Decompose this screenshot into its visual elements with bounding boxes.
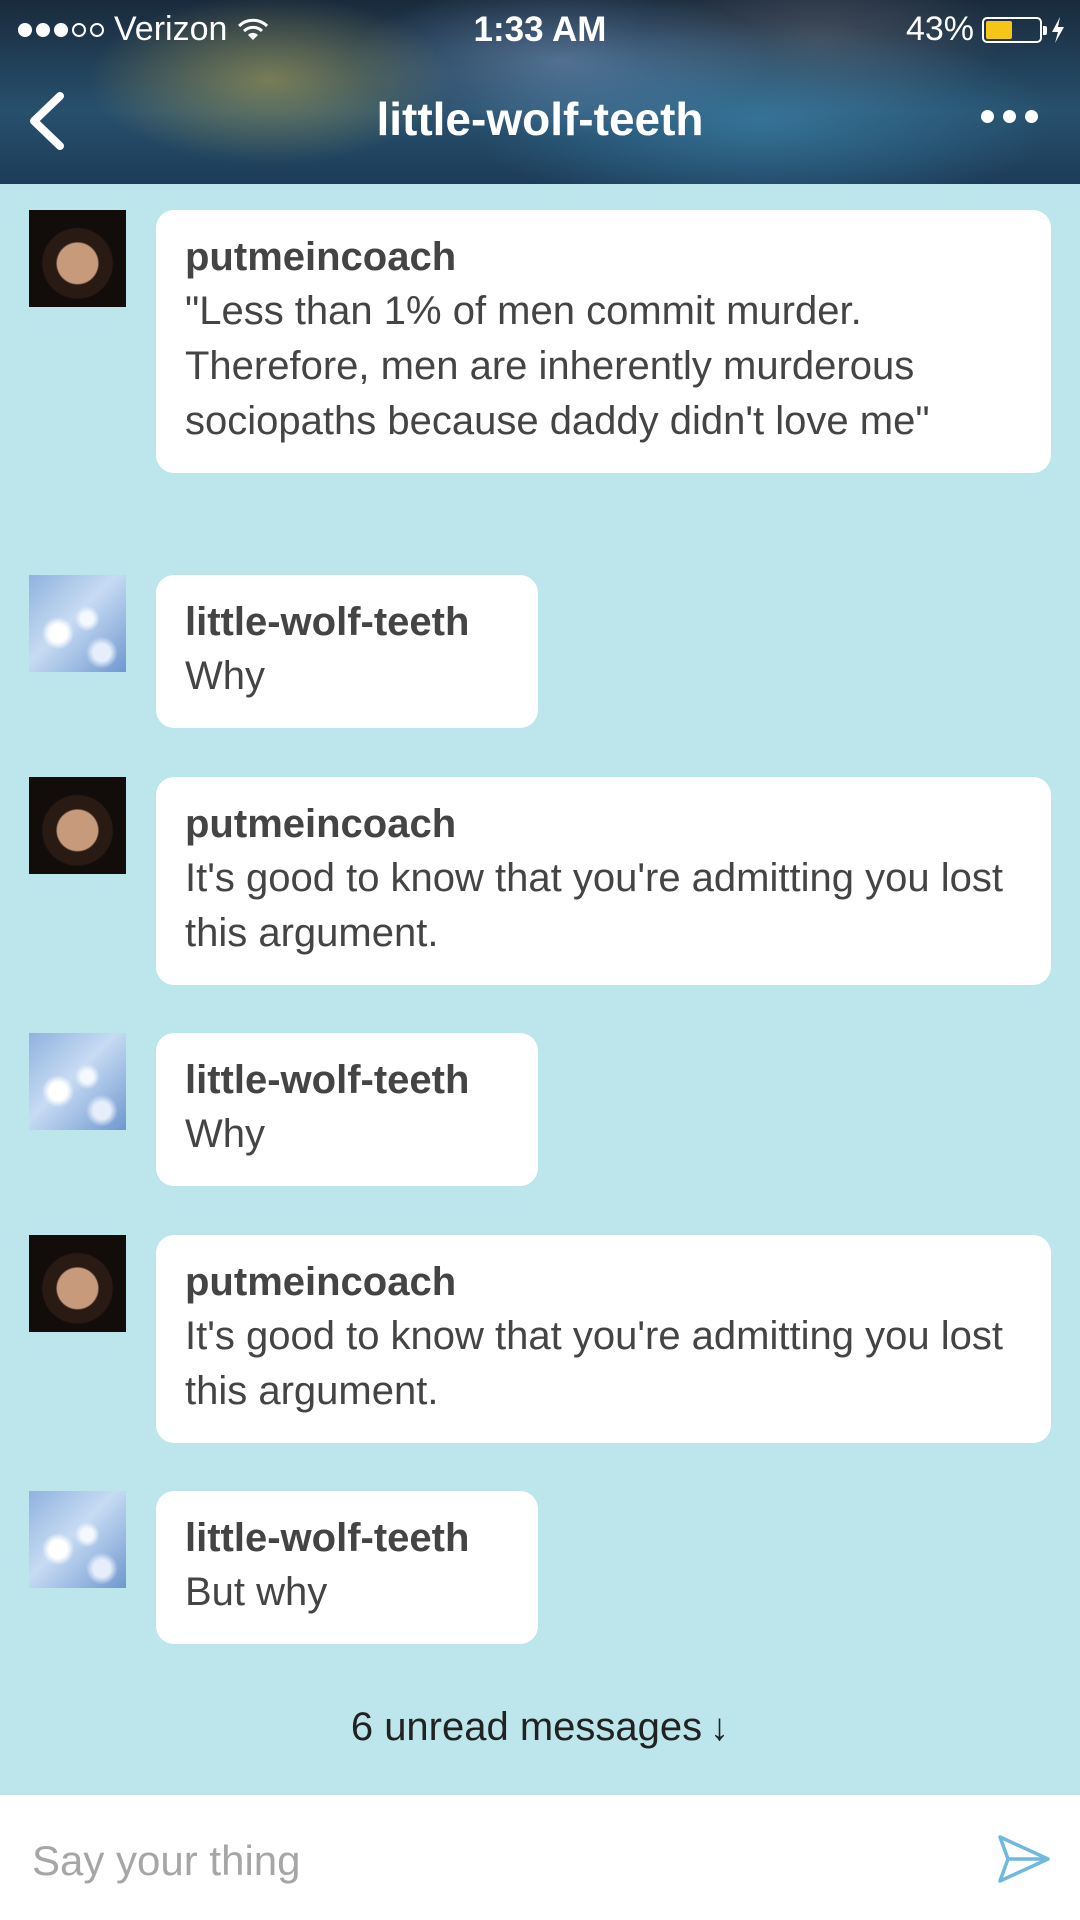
status-bar: Verizon 1:33 AM 43% (0, 0, 1080, 60)
message-bubble: little-wolf-teeth But why (156, 1491, 538, 1644)
avatar[interactable] (29, 1033, 126, 1130)
avatar[interactable] (29, 1235, 126, 1332)
charging-bolt-icon (1052, 16, 1064, 43)
battery-status: 43% (906, 10, 1066, 49)
conversation-title: little-wolf-teeth (376, 93, 704, 145)
message-sender[interactable]: putmeincoach (185, 1257, 1021, 1307)
avatar[interactable] (29, 1491, 126, 1588)
message-input[interactable] (30, 1825, 934, 1897)
message-bubble: putmeincoach It's good to know that you'… (156, 777, 1051, 985)
message-text: Why (185, 654, 265, 698)
message-sender[interactable]: little-wolf-teeth (185, 597, 508, 647)
message-bubble: putmeincoach It's good to know that you'… (156, 1235, 1051, 1443)
nav-bar: little-wolf-teeth (0, 70, 1080, 170)
battery-icon (982, 16, 1047, 43)
message-composer (0, 1795, 1080, 1920)
send-icon[interactable] (996, 1831, 1052, 1887)
message-sender[interactable]: little-wolf-teeth (185, 1513, 508, 1563)
unread-messages-button[interactable]: 6 unread messages ↓ (0, 1705, 1080, 1750)
message-bubble: little-wolf-teeth Why (156, 1033, 538, 1186)
message-text: It's good to know that you're admitting … (185, 1314, 1003, 1413)
message-text: It's good to know that you're admitting … (185, 856, 1003, 955)
arrow-down-icon: ↓ (710, 1707, 730, 1749)
message-sender[interactable]: little-wolf-teeth (185, 1055, 508, 1105)
app-header: Verizon 1:33 AM 43% little-wolf-teeth (0, 0, 1080, 184)
avatar[interactable] (29, 777, 126, 874)
message-text: But why (185, 1570, 328, 1614)
message-sender[interactable]: putmeincoach (185, 799, 1021, 849)
avatar[interactable] (29, 210, 126, 307)
more-options-icon[interactable] (981, 110, 1038, 123)
unread-messages-label: 6 unread messages (350, 1705, 703, 1749)
message-bubble: little-wolf-teeth Why (156, 575, 538, 728)
message-text: "Less than 1% of men commit murder. Ther… (185, 289, 930, 443)
message-text: Why (185, 1112, 265, 1156)
avatar[interactable] (29, 575, 126, 672)
message-sender[interactable]: putmeincoach (185, 232, 1021, 282)
battery-percent: 43% (905, 10, 974, 48)
message-bubble: putmeincoach "Less than 1% of men commit… (156, 210, 1051, 473)
